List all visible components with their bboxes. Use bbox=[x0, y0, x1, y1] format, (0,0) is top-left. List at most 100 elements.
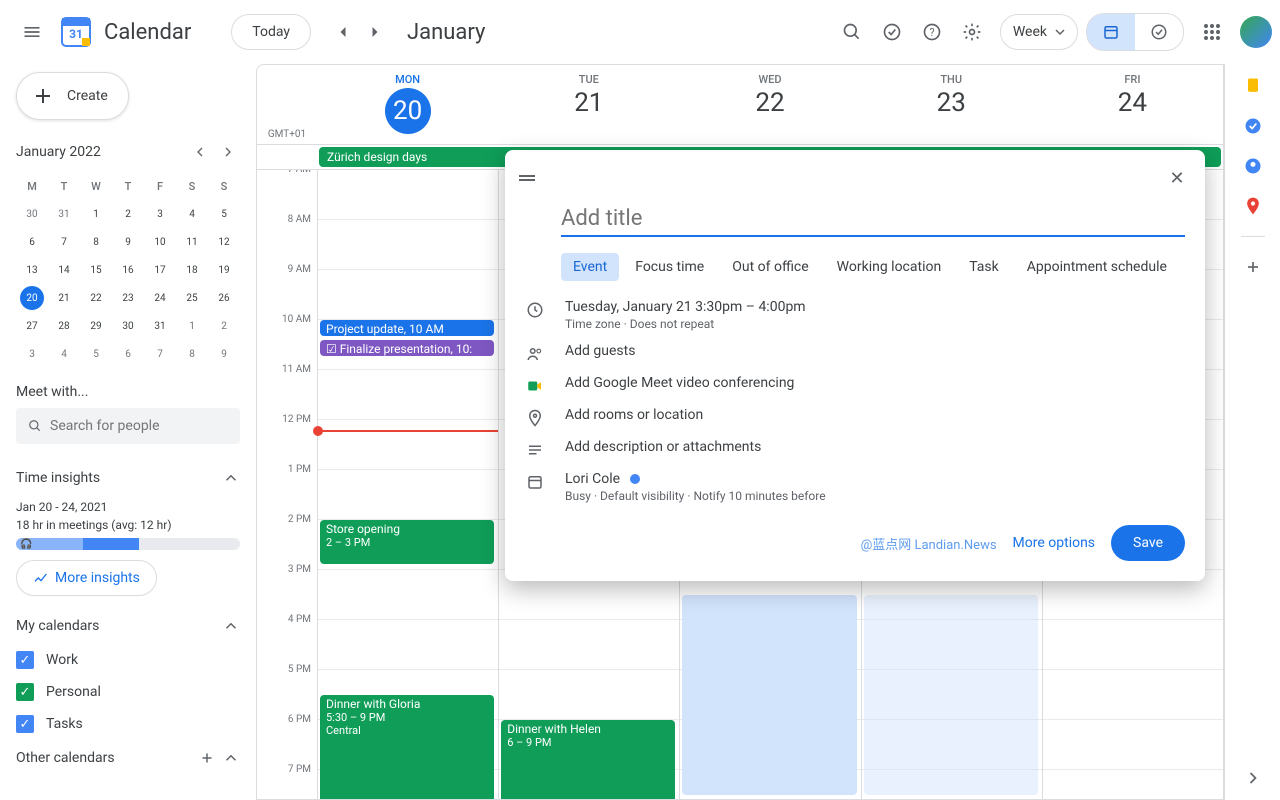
add-guests[interactable]: Add guests bbox=[565, 343, 1185, 359]
add-calendar-icon[interactable] bbox=[198, 749, 216, 767]
menu-icon[interactable] bbox=[8, 8, 56, 56]
mini-day[interactable]: 7 bbox=[144, 340, 176, 368]
calendar-item[interactable]: ✓Tasks bbox=[16, 708, 240, 740]
my-calendars-header[interactable]: My calendars bbox=[16, 608, 240, 644]
mini-day[interactable]: 9 bbox=[112, 228, 144, 256]
day-column-header[interactable]: MON20 bbox=[317, 65, 498, 144]
event-type-tab[interactable]: Working location bbox=[825, 253, 954, 281]
mini-day[interactable]: 24 bbox=[144, 284, 176, 312]
mini-day[interactable]: 10 bbox=[144, 228, 176, 256]
create-button[interactable]: Create bbox=[16, 72, 129, 120]
more-options-button[interactable]: More options bbox=[1013, 535, 1096, 551]
event[interactable]: Store opening2 – 3 PM bbox=[320, 520, 494, 564]
event-type-tab[interactable]: Task bbox=[957, 253, 1011, 281]
mini-day[interactable]: 30 bbox=[112, 312, 144, 340]
add-meet[interactable]: Add Google Meet video conferencing bbox=[565, 375, 1185, 391]
mini-day[interactable]: 4 bbox=[48, 340, 80, 368]
calendar-item[interactable]: ✓Personal bbox=[16, 676, 240, 708]
today-button[interactable]: Today bbox=[231, 14, 311, 50]
mini-day[interactable]: 6 bbox=[112, 340, 144, 368]
mini-day[interactable]: 20 bbox=[20, 286, 44, 310]
mini-day[interactable]: 5 bbox=[208, 200, 240, 228]
mini-day[interactable]: 14 bbox=[48, 256, 80, 284]
mini-next-button[interactable] bbox=[216, 140, 240, 164]
mini-day[interactable]: 6 bbox=[16, 228, 48, 256]
mini-day[interactable]: 31 bbox=[144, 312, 176, 340]
save-button[interactable]: Save bbox=[1111, 525, 1185, 561]
event-type-tab[interactable]: Out of office bbox=[720, 253, 820, 281]
day-column-header[interactable]: THU23 bbox=[861, 65, 1042, 144]
close-icon[interactable]: ✕ bbox=[1161, 162, 1193, 194]
mini-day[interactable]: 4 bbox=[176, 200, 208, 228]
help-icon[interactable]: ? bbox=[912, 12, 952, 52]
checkbox-icon[interactable]: ✓ bbox=[16, 715, 34, 733]
checkbox-icon[interactable]: ✓ bbox=[16, 651, 34, 669]
maps-icon[interactable] bbox=[1243, 196, 1263, 216]
event[interactable]: Dinner with Gloria5:30 – 9 PM Central bbox=[320, 695, 494, 800]
mini-day[interactable]: 31 bbox=[48, 200, 80, 228]
support-icon[interactable] bbox=[872, 12, 912, 52]
apps-icon[interactable] bbox=[1192, 12, 1232, 52]
time-insights-header[interactable]: Time insights bbox=[16, 460, 240, 496]
mini-day[interactable]: 1 bbox=[80, 200, 112, 228]
organizer[interactable]: Lori Cole Busy · Default visibility · No… bbox=[565, 471, 1185, 503]
search-people-input[interactable] bbox=[16, 408, 240, 444]
event[interactable]: ☑ Finalize presentation, 10: bbox=[320, 340, 494, 356]
event[interactable]: Dinner with Helen6 – 9 PM bbox=[501, 720, 675, 800]
settings-icon[interactable] bbox=[952, 12, 992, 52]
add-addon-icon[interactable] bbox=[1243, 257, 1263, 277]
calendar-view-button[interactable] bbox=[1087, 14, 1135, 50]
mini-day[interactable]: 22 bbox=[80, 284, 112, 312]
mini-day[interactable]: 17 bbox=[144, 256, 176, 284]
event-datetime[interactable]: Tuesday, January 21 3:30pm – 4:00pm Time… bbox=[565, 299, 1185, 331]
mini-day[interactable]: 9 bbox=[208, 340, 240, 368]
mini-calendar[interactable]: MTWTFSS303112345678910111213141516171819… bbox=[16, 172, 240, 368]
event-type-tab[interactable]: Focus time bbox=[623, 253, 716, 281]
mini-day[interactable]: 16 bbox=[112, 256, 144, 284]
checkbox-icon[interactable]: ✓ bbox=[16, 683, 34, 701]
next-week-button[interactable] bbox=[359, 16, 391, 48]
mini-day[interactable]: 8 bbox=[176, 340, 208, 368]
keep-icon[interactable] bbox=[1243, 76, 1263, 96]
event-type-tab[interactable]: Appointment schedule bbox=[1015, 253, 1179, 281]
search-icon[interactable] bbox=[832, 12, 872, 52]
mini-day[interactable]: 25 bbox=[176, 284, 208, 312]
hide-panel-icon[interactable] bbox=[1243, 768, 1263, 788]
avatar[interactable] bbox=[1240, 16, 1272, 48]
mini-day[interactable]: 29 bbox=[80, 312, 112, 340]
mini-day[interactable]: 18 bbox=[176, 256, 208, 284]
tasks-view-button[interactable] bbox=[1135, 14, 1183, 50]
mini-day[interactable]: 12 bbox=[208, 228, 240, 256]
prev-week-button[interactable] bbox=[327, 16, 359, 48]
day-column-header[interactable]: WED22 bbox=[679, 65, 860, 144]
contacts-icon[interactable] bbox=[1243, 156, 1263, 176]
mini-day[interactable]: 2 bbox=[112, 200, 144, 228]
mini-day[interactable]: 3 bbox=[16, 340, 48, 368]
mini-prev-button[interactable] bbox=[188, 140, 212, 164]
day-column-header[interactable]: FRI24 bbox=[1042, 65, 1223, 144]
mini-day[interactable]: 13 bbox=[16, 256, 48, 284]
add-location[interactable]: Add rooms or location bbox=[565, 407, 1185, 423]
mini-day[interactable]: 26 bbox=[208, 284, 240, 312]
mini-day[interactable]: 19 bbox=[208, 256, 240, 284]
mini-day[interactable]: 15 bbox=[80, 256, 112, 284]
event[interactable]: Project update, 10 AM bbox=[320, 320, 494, 336]
event-title-input[interactable] bbox=[561, 202, 1185, 237]
day-column-header[interactable]: TUE21 bbox=[498, 65, 679, 144]
mini-day[interactable]: 8 bbox=[80, 228, 112, 256]
event-type-tab[interactable]: Event bbox=[561, 253, 619, 281]
mini-day[interactable]: 1 bbox=[176, 312, 208, 340]
mini-day[interactable]: 28 bbox=[48, 312, 80, 340]
mini-day[interactable]: 21 bbox=[48, 284, 80, 312]
mini-day[interactable]: 3 bbox=[144, 200, 176, 228]
view-selector[interactable]: Week bbox=[1000, 14, 1078, 50]
mini-day[interactable]: 5 bbox=[80, 340, 112, 368]
tasks-icon[interactable] bbox=[1243, 116, 1263, 136]
mini-day[interactable]: 23 bbox=[112, 284, 144, 312]
mini-day[interactable]: 30 bbox=[16, 200, 48, 228]
drag-handle-icon[interactable] bbox=[517, 172, 537, 184]
mini-day[interactable]: 11 bbox=[176, 228, 208, 256]
mini-day[interactable]: 27 bbox=[16, 312, 48, 340]
other-calendars-header[interactable]: Other calendars bbox=[16, 740, 240, 776]
add-description[interactable]: Add description or attachments bbox=[565, 439, 1185, 455]
